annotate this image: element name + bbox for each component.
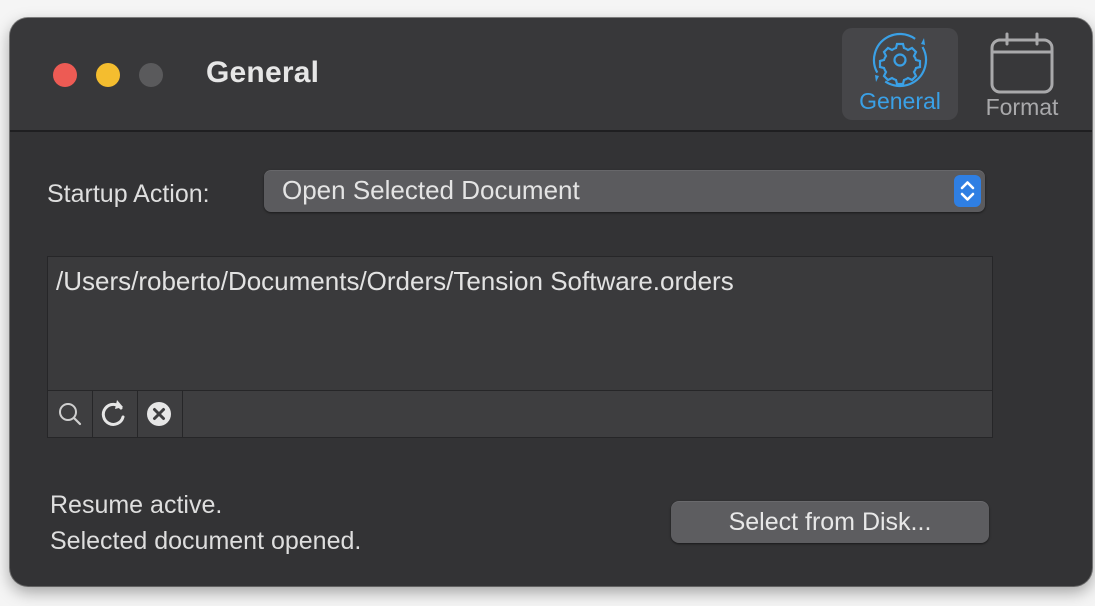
clear-icon (147, 402, 171, 426)
clear-document-button[interactable] (138, 391, 183, 437)
window-title: General (206, 56, 320, 89)
title-bar: General General Format (10, 18, 1092, 132)
reveal-document-button[interactable] (48, 391, 93, 437)
status-line-opened: Selected document opened. (50, 527, 362, 555)
select-stepper-icon (954, 175, 981, 207)
status-line-resume: Resume active. (50, 491, 223, 519)
preferences-window: General General Format Startup Action: O… (10, 18, 1092, 586)
general-pane: Startup Action: Open Selected Document /… (10, 132, 1092, 586)
zoom-window-button[interactable] (139, 63, 163, 87)
reload-document-button[interactable] (93, 391, 138, 437)
path-action-bar (47, 390, 993, 438)
search-icon (59, 403, 82, 426)
document-path-box: /Users/roberto/Documents/Orders/Tension … (47, 256, 993, 392)
startup-action-label: Startup Action: (47, 180, 210, 208)
refresh-icon (101, 400, 125, 426)
toolbar-format-label: Format (985, 94, 1059, 120)
startup-action-value: Open Selected Document (282, 175, 580, 205)
select-from-disk-button[interactable]: Select from Disk... (671, 501, 989, 543)
status-text: Resume active. Selected document opened. (50, 487, 361, 559)
calendar-icon (990, 32, 1054, 94)
toolbar-general-label: General (859, 88, 941, 114)
gear-icon (872, 32, 928, 88)
document-path-text: /Users/roberto/Documents/Orders/Tension … (56, 266, 734, 296)
toolbar-format-tab[interactable]: Format (964, 28, 1080, 120)
startup-action-select[interactable]: Open Selected Document (264, 170, 985, 212)
close-window-button[interactable] (53, 63, 77, 87)
toolbar-general-tab[interactable]: General (842, 28, 958, 120)
minimize-window-button[interactable] (96, 63, 120, 87)
